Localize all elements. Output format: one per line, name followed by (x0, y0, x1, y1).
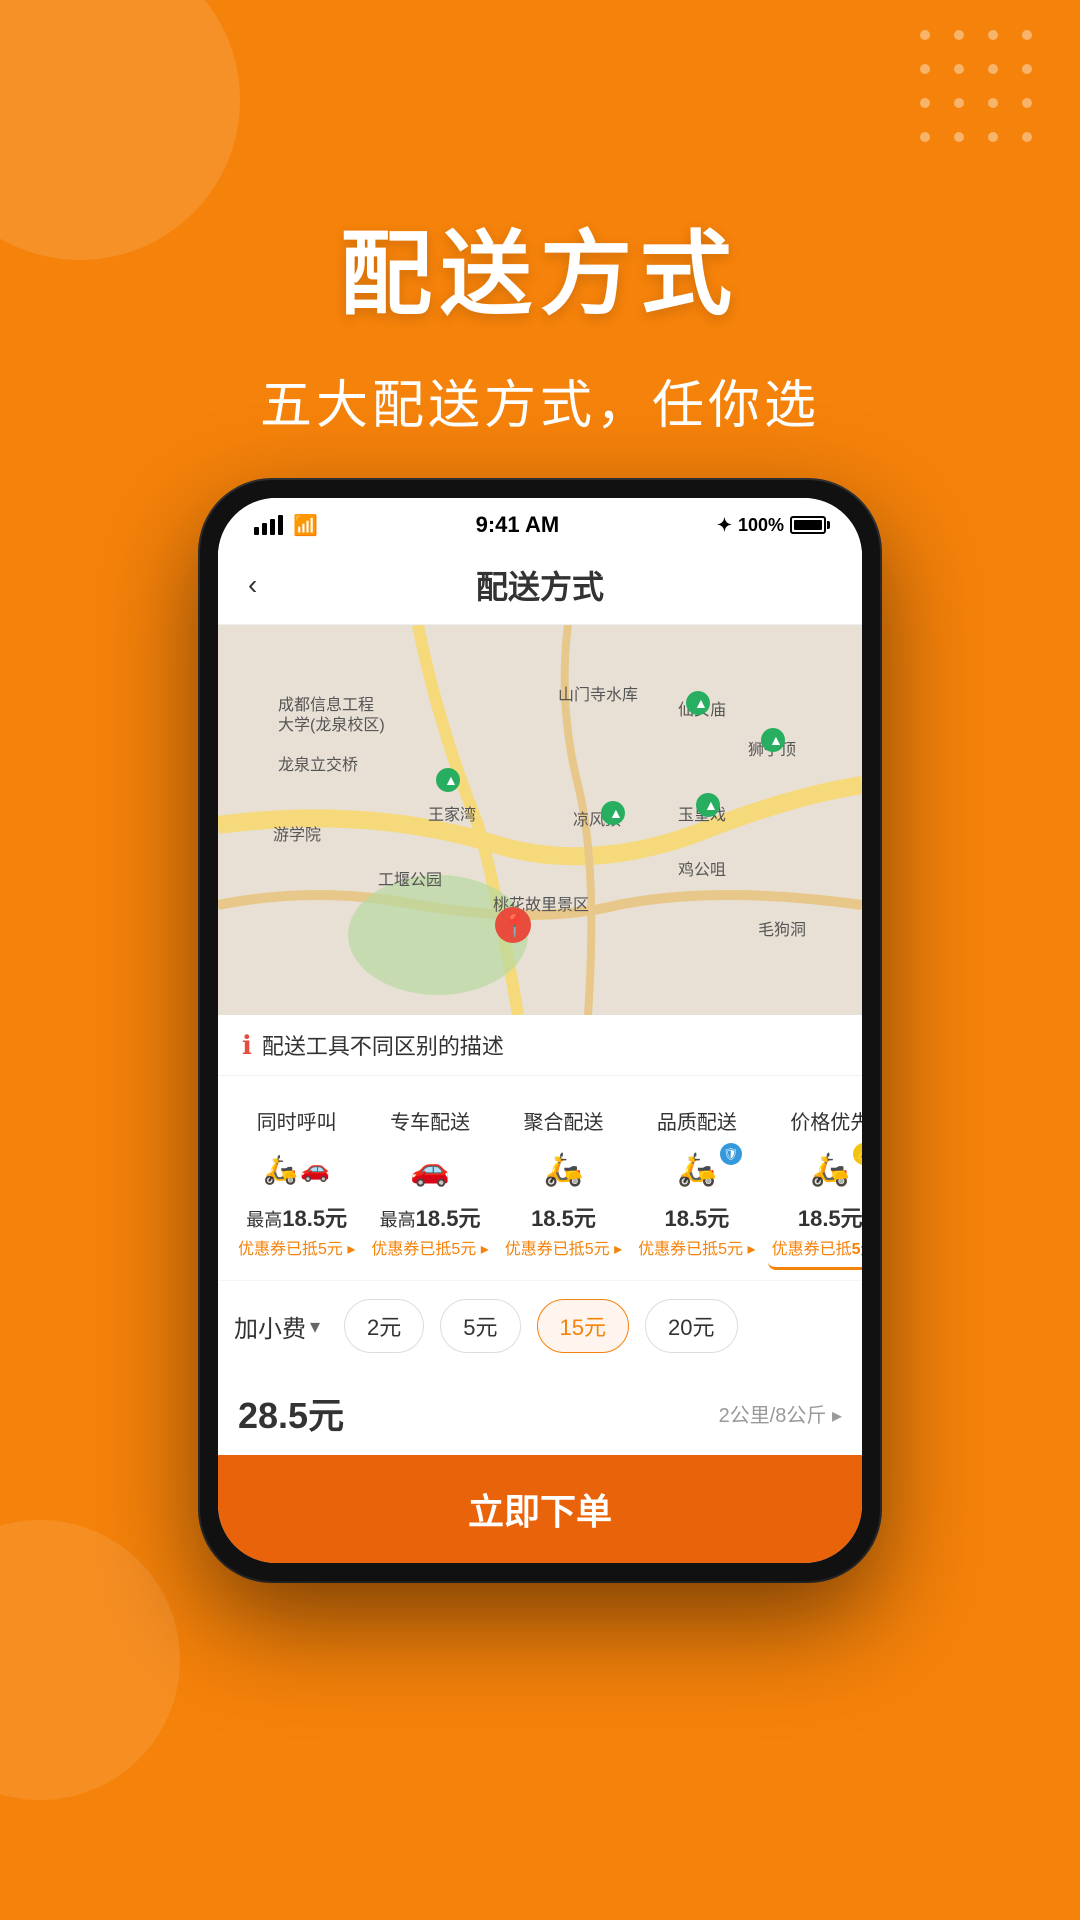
svg-text:工堰公园: 工堰公园 (378, 871, 442, 889)
option-price-3: 18.5元 (664, 1201, 729, 1233)
svg-text:王家湾: 王家湾 (428, 806, 476, 824)
moto-icon-3: 🛵 (677, 1150, 717, 1188)
option-icon-2: 🛵 (518, 1143, 608, 1195)
status-left: 📶 (254, 513, 318, 538)
fee-btn-2[interactable]: 2元 (344, 1299, 424, 1353)
back-button[interactable]: ‹ (248, 569, 257, 601)
fee-btn-20[interactable]: 20元 (645, 1299, 737, 1353)
option-cheapest[interactable]: 价格优先 🛵 💰 18.5元 优惠券已抵5元 ▸ (768, 1096, 862, 1270)
total-row: 28.5元 2公里/8公斤 ▸ (218, 1371, 862, 1455)
svg-text:山门寺水库: 山门寺水库 (558, 686, 638, 704)
battery-icon (790, 516, 826, 534)
dropdown-arrow[interactable]: ▾ (310, 1314, 320, 1339)
option-icon-1: 🚗 (385, 1143, 475, 1195)
option-label-0: 同时呼叫 (257, 1106, 337, 1135)
svg-text:龙泉立交桥: 龙泉立交桥 (278, 756, 358, 774)
svg-text:大学(龙泉校区): 大学(龙泉校区) (278, 716, 385, 734)
svg-text:鸡公咀: 鸡公咀 (678, 861, 726, 879)
option-price-2: 18.5元 (531, 1201, 596, 1233)
moto-icon-4: 🛵 (810, 1150, 850, 1188)
status-bar: 📶 9:41 AM ✦ 100% (218, 498, 862, 546)
option-icon-0: 🛵 🚗 (252, 1143, 342, 1195)
moto-icon-0: 🛵 (263, 1153, 298, 1186)
options-row: 同时呼叫 🛵 🚗 最高18.5元 优惠券已抵5元 ▸ 专车配送 (234, 1096, 846, 1270)
option-coupon-4: 优惠券已抵5元 ▸ (772, 1235, 862, 1259)
svg-text:毛狗洞: 毛狗洞 (758, 921, 806, 939)
bluetooth-icon: ✦ (717, 515, 732, 536)
option-label-1: 专车配送 (390, 1106, 470, 1135)
svg-text:📍: 📍 (501, 913, 528, 938)
svg-text:成都信息工程: 成都信息工程 (278, 696, 374, 714)
option-price-1: 最高18.5元 (380, 1201, 481, 1233)
battery-fill (794, 520, 822, 530)
option-label-2: 聚合配送 (523, 1106, 603, 1135)
warning-banner: ℹ 配送工具不同区别的描述 (218, 1015, 862, 1076)
deco-circle-bl (0, 1520, 180, 1800)
extra-fee-row: 加小费 ▾ 2元 5元 15元 20元 (218, 1280, 862, 1371)
option-price-0: 最高18.5元 (246, 1201, 347, 1233)
bar4 (278, 515, 283, 535)
total-info: 2公里/8公斤 ▸ (719, 1399, 842, 1428)
total-price: 28.5元 (238, 1387, 344, 1439)
option-icon-4: 🛵 💰 (785, 1143, 862, 1195)
svg-text:▲: ▲ (704, 797, 718, 813)
extra-fee-label: 加小费 ▾ (234, 1309, 320, 1344)
car-icon-1: 🚗 (410, 1150, 450, 1188)
status-right: ✦ 100% (717, 515, 826, 536)
car-icon-0: 🚗 (300, 1155, 330, 1184)
signal-bars (254, 515, 283, 535)
hero-subtitle: 五大配送方式，任你选 (0, 363, 1080, 438)
price-prefix-0: 最高 (246, 1210, 282, 1230)
option-coupon-1: 优惠券已抵5元 ▸ (371, 1235, 488, 1259)
warning-icon: ℹ (242, 1030, 252, 1061)
app-header: ‹ 配送方式 (218, 546, 862, 625)
option-simultaneous[interactable]: 同时呼叫 🛵 🚗 最高18.5元 优惠券已抵5元 ▸ (234, 1096, 359, 1270)
option-label-4: 价格优先 (790, 1106, 862, 1135)
price-prefix-1: 最高 (380, 1210, 416, 1230)
order-button[interactable]: 立即下单 (218, 1455, 862, 1563)
option-icon-3: 🛵 🛡 (652, 1143, 742, 1195)
phone-mockup: 📶 9:41 AM ✦ 100% ‹ 配送方式 (200, 480, 880, 1581)
bar3 (270, 519, 275, 535)
option-price-4: 18.5元 (798, 1201, 862, 1233)
map-area: 成都信息工程 大学(龙泉校区) 龙泉立交桥 山门寺水库 仙女庙 狮子顶 游学院 … (218, 625, 862, 1015)
option-combined[interactable]: 聚合配送 🛵 18.5元 优惠券已抵5元 ▸ (501, 1096, 626, 1270)
option-quality[interactable]: 品质配送 🛵 🛡 18.5元 优惠券已抵5元 ▸ (634, 1096, 759, 1270)
option-label-3: 品质配送 (657, 1106, 737, 1135)
option-exclusive[interactable]: 专车配送 🚗 最高18.5元 优惠券已抵5元 ▸ (367, 1096, 492, 1270)
option-coupon-2: 优惠券已抵5元 ▸ (505, 1235, 622, 1259)
app-title: 配送方式 (476, 562, 604, 608)
bar2 (262, 523, 267, 535)
hero-section: 配送方式 五大配送方式，任你选 (0, 0, 1080, 438)
svg-text:游学院: 游学院 (273, 826, 321, 844)
coin-badge: 💰 (853, 1143, 862, 1165)
battery-pct: 100% (738, 515, 784, 536)
phone-outer: 📶 9:41 AM ✦ 100% ‹ 配送方式 (200, 480, 880, 1581)
bar1 (254, 527, 259, 535)
svg-text:▲: ▲ (769, 732, 783, 748)
status-time: 9:41 AM (476, 512, 560, 538)
delivery-options[interactable]: 同时呼叫 🛵 🚗 最高18.5元 优惠券已抵5元 ▸ 专车配送 (218, 1076, 862, 1280)
map-svg: 成都信息工程 大学(龙泉校区) 龙泉立交桥 山门寺水库 仙女庙 狮子顶 游学院 … (218, 625, 862, 1015)
option-coupon-3: 优惠券已抵5元 ▸ (638, 1235, 755, 1259)
warning-text: 配送工具不同区别的描述 (262, 1029, 504, 1061)
fee-btn-5[interactable]: 5元 (440, 1299, 520, 1353)
option-coupon-0: 优惠券已抵5元 ▸ (238, 1235, 355, 1259)
fee-btn-15[interactable]: 15元 (537, 1299, 629, 1353)
moto-icon-2: 🛵 (544, 1150, 584, 1188)
svg-text:▲: ▲ (694, 695, 708, 711)
svg-text:▲: ▲ (609, 805, 623, 821)
phone-inner: 📶 9:41 AM ✦ 100% ‹ 配送方式 (218, 498, 862, 1563)
svg-text:▲: ▲ (444, 772, 458, 788)
wifi-icon: 📶 (293, 513, 318, 538)
shield-badge: 🛡 (720, 1143, 742, 1165)
hero-title: 配送方式 (0, 200, 1080, 333)
